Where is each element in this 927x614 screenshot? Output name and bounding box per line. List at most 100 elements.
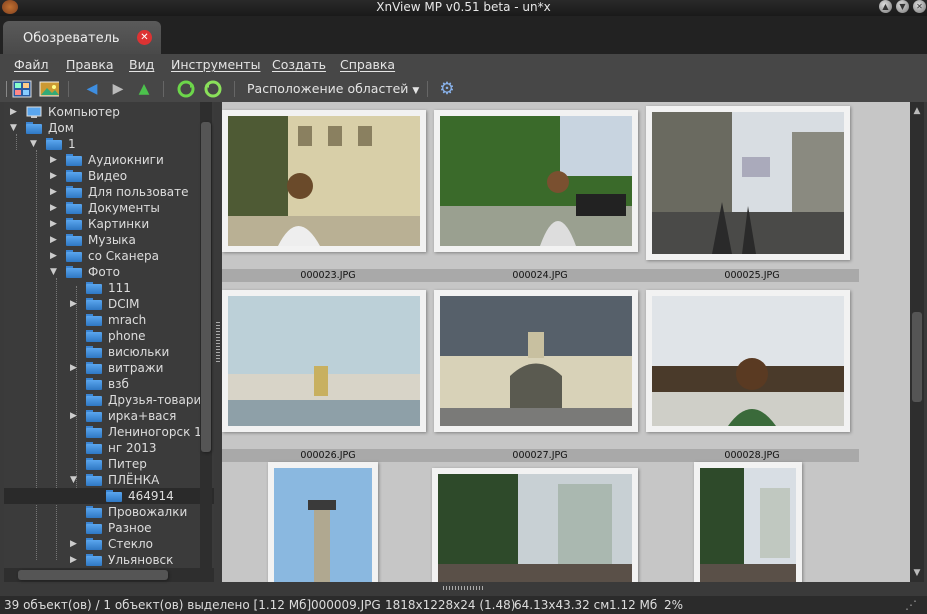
scrollbar-thumb[interactable] (201, 122, 211, 452)
thumbnail-row3-2[interactable] (432, 468, 638, 582)
browse-mode-icon[interactable] (12, 79, 32, 99)
tree-vertical-scrollbar[interactable] (200, 102, 212, 570)
tree-item-music[interactable]: ▶ Музыка (4, 232, 214, 248)
menu-edit[interactable]: Правка (66, 57, 114, 72)
minimize-icon[interactable]: ▲ (879, 0, 892, 13)
tree-horizontal-scrollbar[interactable] (4, 568, 214, 582)
tree-item-phone[interactable]: phone (4, 328, 214, 344)
reload-icon[interactable] (203, 79, 223, 99)
thumbnail-000024[interactable] (434, 110, 638, 252)
tab-close-icon[interactable]: ✕ (137, 30, 152, 45)
tree-item-documents[interactable]: ▶ Документы (4, 200, 214, 216)
tree-item-photo[interactable]: ▼ Фото (4, 264, 214, 280)
expand-arrow-icon[interactable]: ▶ (50, 171, 60, 181)
tree-item-raznoe[interactable]: Разное (4, 520, 214, 536)
tree-item-ng-2013[interactable]: нг 2013 (4, 440, 214, 456)
view-image-icon[interactable] (39, 79, 59, 99)
scrollbar-thumb[interactable] (912, 312, 922, 402)
menu-help[interactable]: Справка (340, 57, 395, 72)
tree-item-vzb[interactable]: взб (4, 376, 214, 392)
thumbnail-row3-3[interactable] (694, 462, 802, 582)
expand-arrow-icon[interactable]: ▶ (10, 107, 20, 117)
tree-item-mrach[interactable]: mrach (4, 312, 214, 328)
splitter-grip-icon (216, 322, 220, 362)
folder-icon (66, 154, 82, 166)
folder-icon (86, 394, 102, 406)
pane-splitter[interactable] (214, 102, 222, 582)
settings-gear-icon[interactable]: ⚙ (437, 79, 457, 99)
menu-create[interactable]: Создать (272, 57, 326, 72)
menu-view[interactable]: Вид (129, 57, 154, 72)
expand-arrow-icon[interactable]: ▶ (70, 363, 80, 373)
thumbnail-000026[interactable] (222, 290, 426, 432)
tab-browser[interactable]: Обозреватель ✕ (3, 21, 161, 55)
tree-item-dcim[interactable]: ▶ DCIM (4, 296, 214, 312)
tree-item-video[interactable]: ▶ Видео (4, 168, 214, 184)
expand-arrow-icon[interactable]: ▶ (50, 219, 60, 229)
status-grip-icon[interactable]: ⋰ (905, 598, 917, 612)
close-icon[interactable]: ✕ (913, 0, 926, 13)
folder-icon (66, 186, 82, 198)
toolbar-grip (6, 81, 7, 97)
thumbnail-row3-1[interactable] (268, 462, 378, 582)
expand-arrow-icon[interactable]: ▶ (70, 411, 80, 421)
thumbnail-000028[interactable] (646, 290, 850, 432)
browser-vertical-scrollbar[interactable]: ▲ ▼ (910, 102, 924, 582)
menu-file[interactable]: Файл (14, 57, 49, 72)
scrollbar-thumb[interactable] (18, 570, 168, 580)
tree-item-464914-selected[interactable]: 464914 (4, 488, 214, 504)
tree-item-1[interactable]: ▼ 1 (4, 136, 214, 152)
forward-arrow-icon[interactable]: ▶ (108, 79, 128, 99)
expand-arrow-icon[interactable]: ▶ (50, 251, 60, 261)
tree-item-audiobooks[interactable]: ▶ Аудиокниги (4, 152, 214, 168)
expand-arrow-icon[interactable]: ▶ (50, 235, 60, 245)
tree-item-scanner[interactable]: ▶ со Сканера (4, 248, 214, 264)
tree-item-label: витражи (108, 361, 164, 375)
status-bar: 39 объект(ов) / 1 объект(ов) выделено [1… (0, 596, 927, 614)
scroll-up-arrow-icon[interactable]: ▲ (912, 106, 922, 116)
collapse-arrow-icon[interactable]: ▼ (30, 139, 40, 149)
tree-item-plenka[interactable]: ▼ ПЛЁНКА (4, 472, 214, 488)
tree-item-visyulki[interactable]: висюльки (4, 344, 214, 360)
folder-icon (86, 458, 102, 470)
thumbnail-000027[interactable] (434, 290, 638, 432)
tree-item-irka-vasya[interactable]: ▶ ирка+вася (4, 408, 214, 424)
tree-item-ulyanovsk[interactable]: ▶ Ульяновск (4, 552, 214, 568)
menu-tools[interactable]: Инструменты (171, 57, 260, 72)
tree-item-label: 1 (68, 137, 76, 151)
tree-item-computer[interactable]: ▶ Компьютер (4, 104, 214, 120)
thumbnail-000023[interactable] (222, 110, 426, 252)
thumbnail-000025[interactable] (646, 106, 850, 260)
back-arrow-icon[interactable]: ◀ (82, 79, 102, 99)
tree-item-home[interactable]: ▼ Дом (4, 120, 214, 136)
expand-arrow-icon[interactable]: ▶ (50, 155, 60, 165)
bottom-resize-grip-icon[interactable] (443, 586, 483, 590)
expand-arrow-icon[interactable]: ▶ (70, 299, 80, 309)
expand-arrow-icon[interactable]: ▶ (50, 203, 60, 213)
tree-item-label: mrach (108, 313, 147, 327)
tab-label: Обозреватель (23, 31, 120, 46)
tree-item-label: phone (108, 329, 146, 343)
layout-dropdown[interactable]: Расположение областей ▼ (247, 81, 419, 96)
expand-arrow-icon[interactable]: ▶ (50, 187, 60, 197)
tree-item-steklo[interactable]: ▶ Стекло (4, 536, 214, 552)
tree-item-piter[interactable]: Питер (4, 456, 214, 472)
tree-item-friends[interactable]: Друзья-товари (4, 392, 214, 408)
refresh-icon[interactable] (176, 79, 196, 99)
maximize-icon[interactable]: ▼ (896, 0, 909, 13)
collapse-arrow-icon[interactable]: ▼ (50, 267, 60, 277)
collapse-arrow-icon[interactable]: ▼ (70, 475, 80, 485)
folder-icon (86, 538, 102, 550)
up-arrow-icon[interactable]: ▲ (134, 79, 154, 99)
tree-item-provozhalki[interactable]: Провожалки (4, 504, 214, 520)
scroll-down-arrow-icon[interactable]: ▼ (912, 568, 922, 578)
tree-item-pictures[interactable]: ▶ Картинки (4, 216, 214, 232)
expand-arrow-icon[interactable]: ▶ (70, 555, 80, 565)
tree-item-leninogorsk[interactable]: Лениногорск 1 (4, 424, 214, 440)
tree-item-vitrazhi[interactable]: ▶ витражи (4, 360, 214, 376)
collapse-arrow-icon[interactable]: ▼ (10, 123, 20, 133)
tree-item-111[interactable]: 111 (4, 280, 214, 296)
folder-icon (86, 522, 102, 534)
expand-arrow-icon[interactable]: ▶ (70, 539, 80, 549)
tree-item-for-users[interactable]: ▶ Для пользовате (4, 184, 214, 200)
